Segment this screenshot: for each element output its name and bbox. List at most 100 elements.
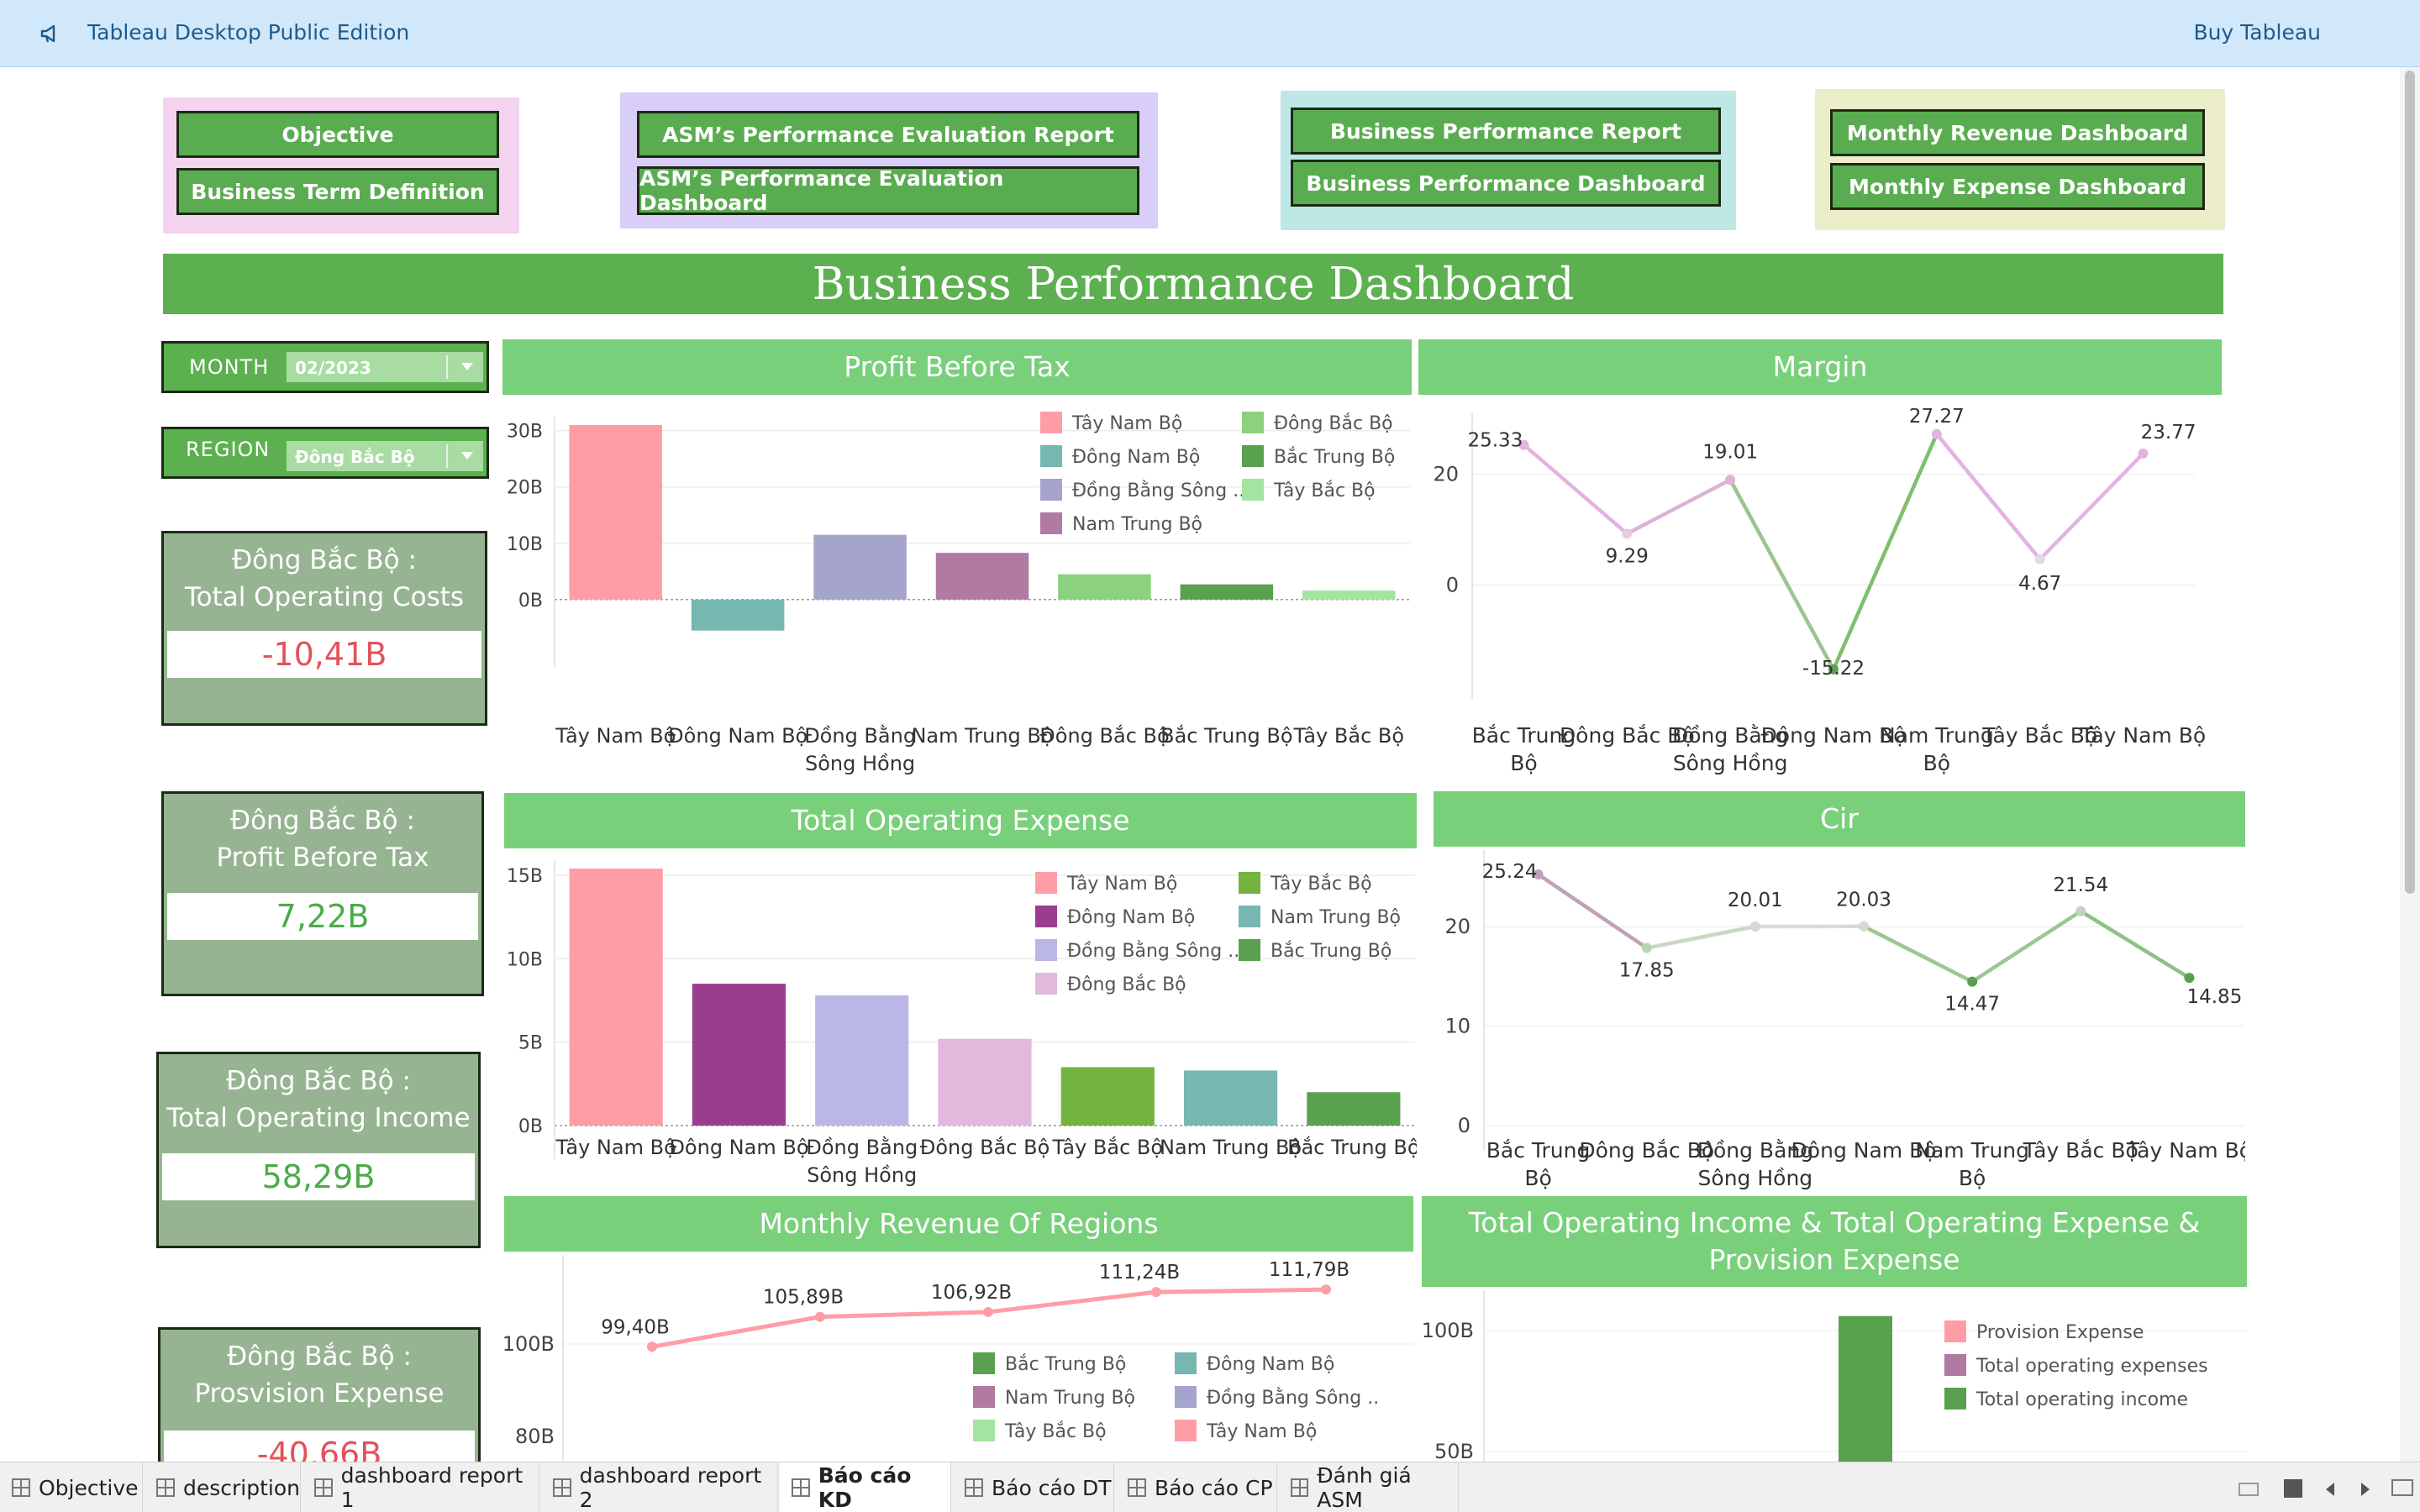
y-tick-label: 80B	[515, 1425, 555, 1448]
tab-bao-cao-cp[interactable]: Báo cáo CP	[1116, 1462, 1277, 1512]
tab-danh-gia-asm[interactable]: Đánh giá ASM	[1279, 1462, 1459, 1512]
bar	[569, 425, 662, 600]
data-label: 14.85	[2186, 986, 2242, 1008]
legend-swatch	[1040, 512, 1062, 534]
legend-label: Total operating income	[1975, 1389, 2188, 1410]
data-label: 21.54	[2053, 874, 2108, 896]
dashboard-title: Business Performance Dashboard	[163, 254, 2223, 314]
y-tick-label: 0B	[518, 1116, 543, 1137]
monthly-expense-dashboard-button[interactable]: Monthly Expense Dashboard	[1830, 163, 2205, 210]
legend-label: Đông Bắc Bộ	[1274, 413, 1393, 434]
x-tick-label: Tây Nam Bộ	[2080, 723, 2206, 748]
legend-swatch	[1035, 906, 1057, 927]
x-tick-label: Đông Bắc Bộ	[1039, 723, 1170, 748]
business-term-definition-button[interactable]: Business Term Definition	[176, 168, 499, 215]
buy-tableau-link[interactable]: Buy Tableau	[2193, 20, 2321, 45]
presentation-mode-icon[interactable]	[2391, 1479, 2413, 1496]
data-point	[1321, 1284, 1331, 1295]
vertical-scrollbar[interactable]	[2400, 67, 2420, 1462]
month-filter[interactable]: MONTH 02/2023	[161, 341, 489, 393]
sheet-grid-icon	[156, 1478, 175, 1497]
filmstrip-view-icon[interactable]	[2238, 1483, 2259, 1496]
x-tick-label: Đông Bắc Bộ	[920, 1135, 1050, 1159]
legend-swatch	[1040, 445, 1062, 467]
legend-label: Nam Trung Bộ	[1005, 1388, 1135, 1409]
business-performance-report-button[interactable]: Business Performance Report	[1291, 108, 1721, 155]
data-point	[2138, 448, 2149, 459]
legend-swatch	[973, 1386, 995, 1408]
prev-sheet-icon[interactable]	[2326, 1483, 2334, 1496]
tab-bao-cao-kd[interactable]: Báo cáo KD	[780, 1462, 951, 1512]
x-tick-label: Bắc Trung	[1486, 1138, 1591, 1163]
panel-title-total-operating-expense: Total Operating Expense	[504, 793, 1417, 848]
data-label: 27.27	[1909, 406, 1965, 428]
x-tick-label: Bắc Trung Bộ	[1287, 1135, 1417, 1159]
asm-dashboard-button[interactable]: ASM’s Performance Evaluation Dashboard	[637, 166, 1139, 215]
chevron-down-icon[interactable]	[461, 452, 473, 459]
data-point	[2034, 554, 2045, 564]
x-tick-label: Tây Nam Bộ	[555, 1136, 676, 1159]
y-tick-label: 50B	[1434, 1440, 1474, 1462]
tab-objective[interactable]: Objective	[0, 1462, 143, 1512]
x-tick-label: Bắc Trung Bộ	[1160, 723, 1292, 748]
profit-before-tax-chart: 30B20B10B0BTây Nam BộĐông Nam BộĐồng Bằn…	[507, 412, 1410, 775]
x-tick-label: Tây Bắc Bộ	[1052, 1135, 1164, 1159]
legend-swatch	[1242, 445, 1264, 467]
x-tick-label: Đông Bắc Bộ	[1579, 1138, 1714, 1163]
legend-label: Bắc Trung Bộ	[1270, 941, 1392, 962]
data-label: 23.77	[2141, 422, 2196, 444]
legend-label: Bắc Trung Bộ	[1274, 447, 1395, 468]
month-select[interactable]: 02/2023	[287, 352, 483, 382]
data-point	[2184, 973, 2195, 984]
legend-swatch	[1239, 872, 1260, 894]
bar	[938, 1038, 1032, 1126]
sheet-grid-icon	[792, 1478, 810, 1497]
panel-title-income-expense-provision: Total Operating Income & Total Operating…	[1422, 1196, 2247, 1287]
tab-dashboard-report-1[interactable]: dashboard report 1	[302, 1462, 539, 1512]
asm-report-button[interactable]: ASM’s Performance Evaluation Report	[637, 111, 1139, 158]
monthly-revenue-dashboard-button[interactable]: Monthly Revenue Dashboard	[1830, 109, 2205, 156]
legend-swatch	[1242, 479, 1264, 501]
tab-bao-cao-dt[interactable]: Báo cáo DT	[953, 1462, 1114, 1512]
panel-title-cir: Cir	[1434, 791, 2245, 847]
line-segment	[1934, 432, 2042, 562]
kpi-card-total-operating-income: Đông Bắc Bộ : Total Operating Income 58,2…	[156, 1052, 481, 1248]
next-sheet-icon[interactable]	[2361, 1483, 2370, 1496]
legend-label: Đồng Bằng Sông ..	[1072, 480, 1244, 501]
scrollbar-thumb[interactable]	[2405, 71, 2415, 894]
y-tick-label: 0	[1458, 1114, 1470, 1137]
data-point	[1931, 428, 1942, 439]
objective-button[interactable]: Objective	[176, 111, 499, 158]
legend-label: Đông Nam Bộ	[1072, 447, 1200, 468]
y-tick-label: 10B	[507, 534, 543, 555]
data-label: 4.67	[2018, 573, 2061, 595]
data-label: 19.01	[1702, 441, 1758, 463]
x-tick-label: Bộ	[1524, 1166, 1551, 1190]
panel-title-profit-before-tax: Profit Before Tax	[502, 339, 1412, 395]
y-tick-label: 0B	[518, 591, 543, 612]
x-tick-label: Nam Trung Bộ	[1160, 1136, 1302, 1159]
bar	[692, 984, 786, 1126]
sheet-grid-icon	[1291, 1478, 1309, 1497]
single-view-icon[interactable]	[2284, 1479, 2302, 1498]
legend-swatch	[973, 1352, 995, 1374]
legend-label: Tây Nam Bộ	[1206, 1421, 1317, 1442]
bar	[1180, 584, 1274, 600]
legend-swatch	[1040, 412, 1062, 433]
tab-description[interactable]: description	[145, 1462, 301, 1512]
bar	[1302, 591, 1396, 600]
chevron-down-icon[interactable]	[461, 363, 473, 370]
data-label: 106,92B	[931, 1282, 1012, 1304]
region-filter[interactable]: REGION Đông Bắc Bộ	[161, 427, 489, 479]
x-tick-label: Nam Trung Bộ	[911, 724, 1053, 748]
business-performance-dashboard-button[interactable]: Business Performance Dashboard	[1291, 160, 1721, 207]
megaphone-icon[interactable]	[39, 22, 62, 45]
legend-swatch	[973, 1420, 995, 1441]
bar	[1060, 1067, 1155, 1126]
legend-label: Đồng Bằng Sông ..	[1207, 1388, 1379, 1409]
x-tick-label: Tây Nam Bộ	[2126, 1138, 2245, 1163]
region-select[interactable]: Đông Bắc Bộ	[287, 441, 483, 471]
month-select-value: 02/2023	[295, 358, 371, 378]
kpi-title: Đông Bắc Bộ : Prosvision Expense	[194, 1341, 445, 1409]
tab-dashboard-report-2[interactable]: dashboard report 2	[541, 1462, 778, 1512]
